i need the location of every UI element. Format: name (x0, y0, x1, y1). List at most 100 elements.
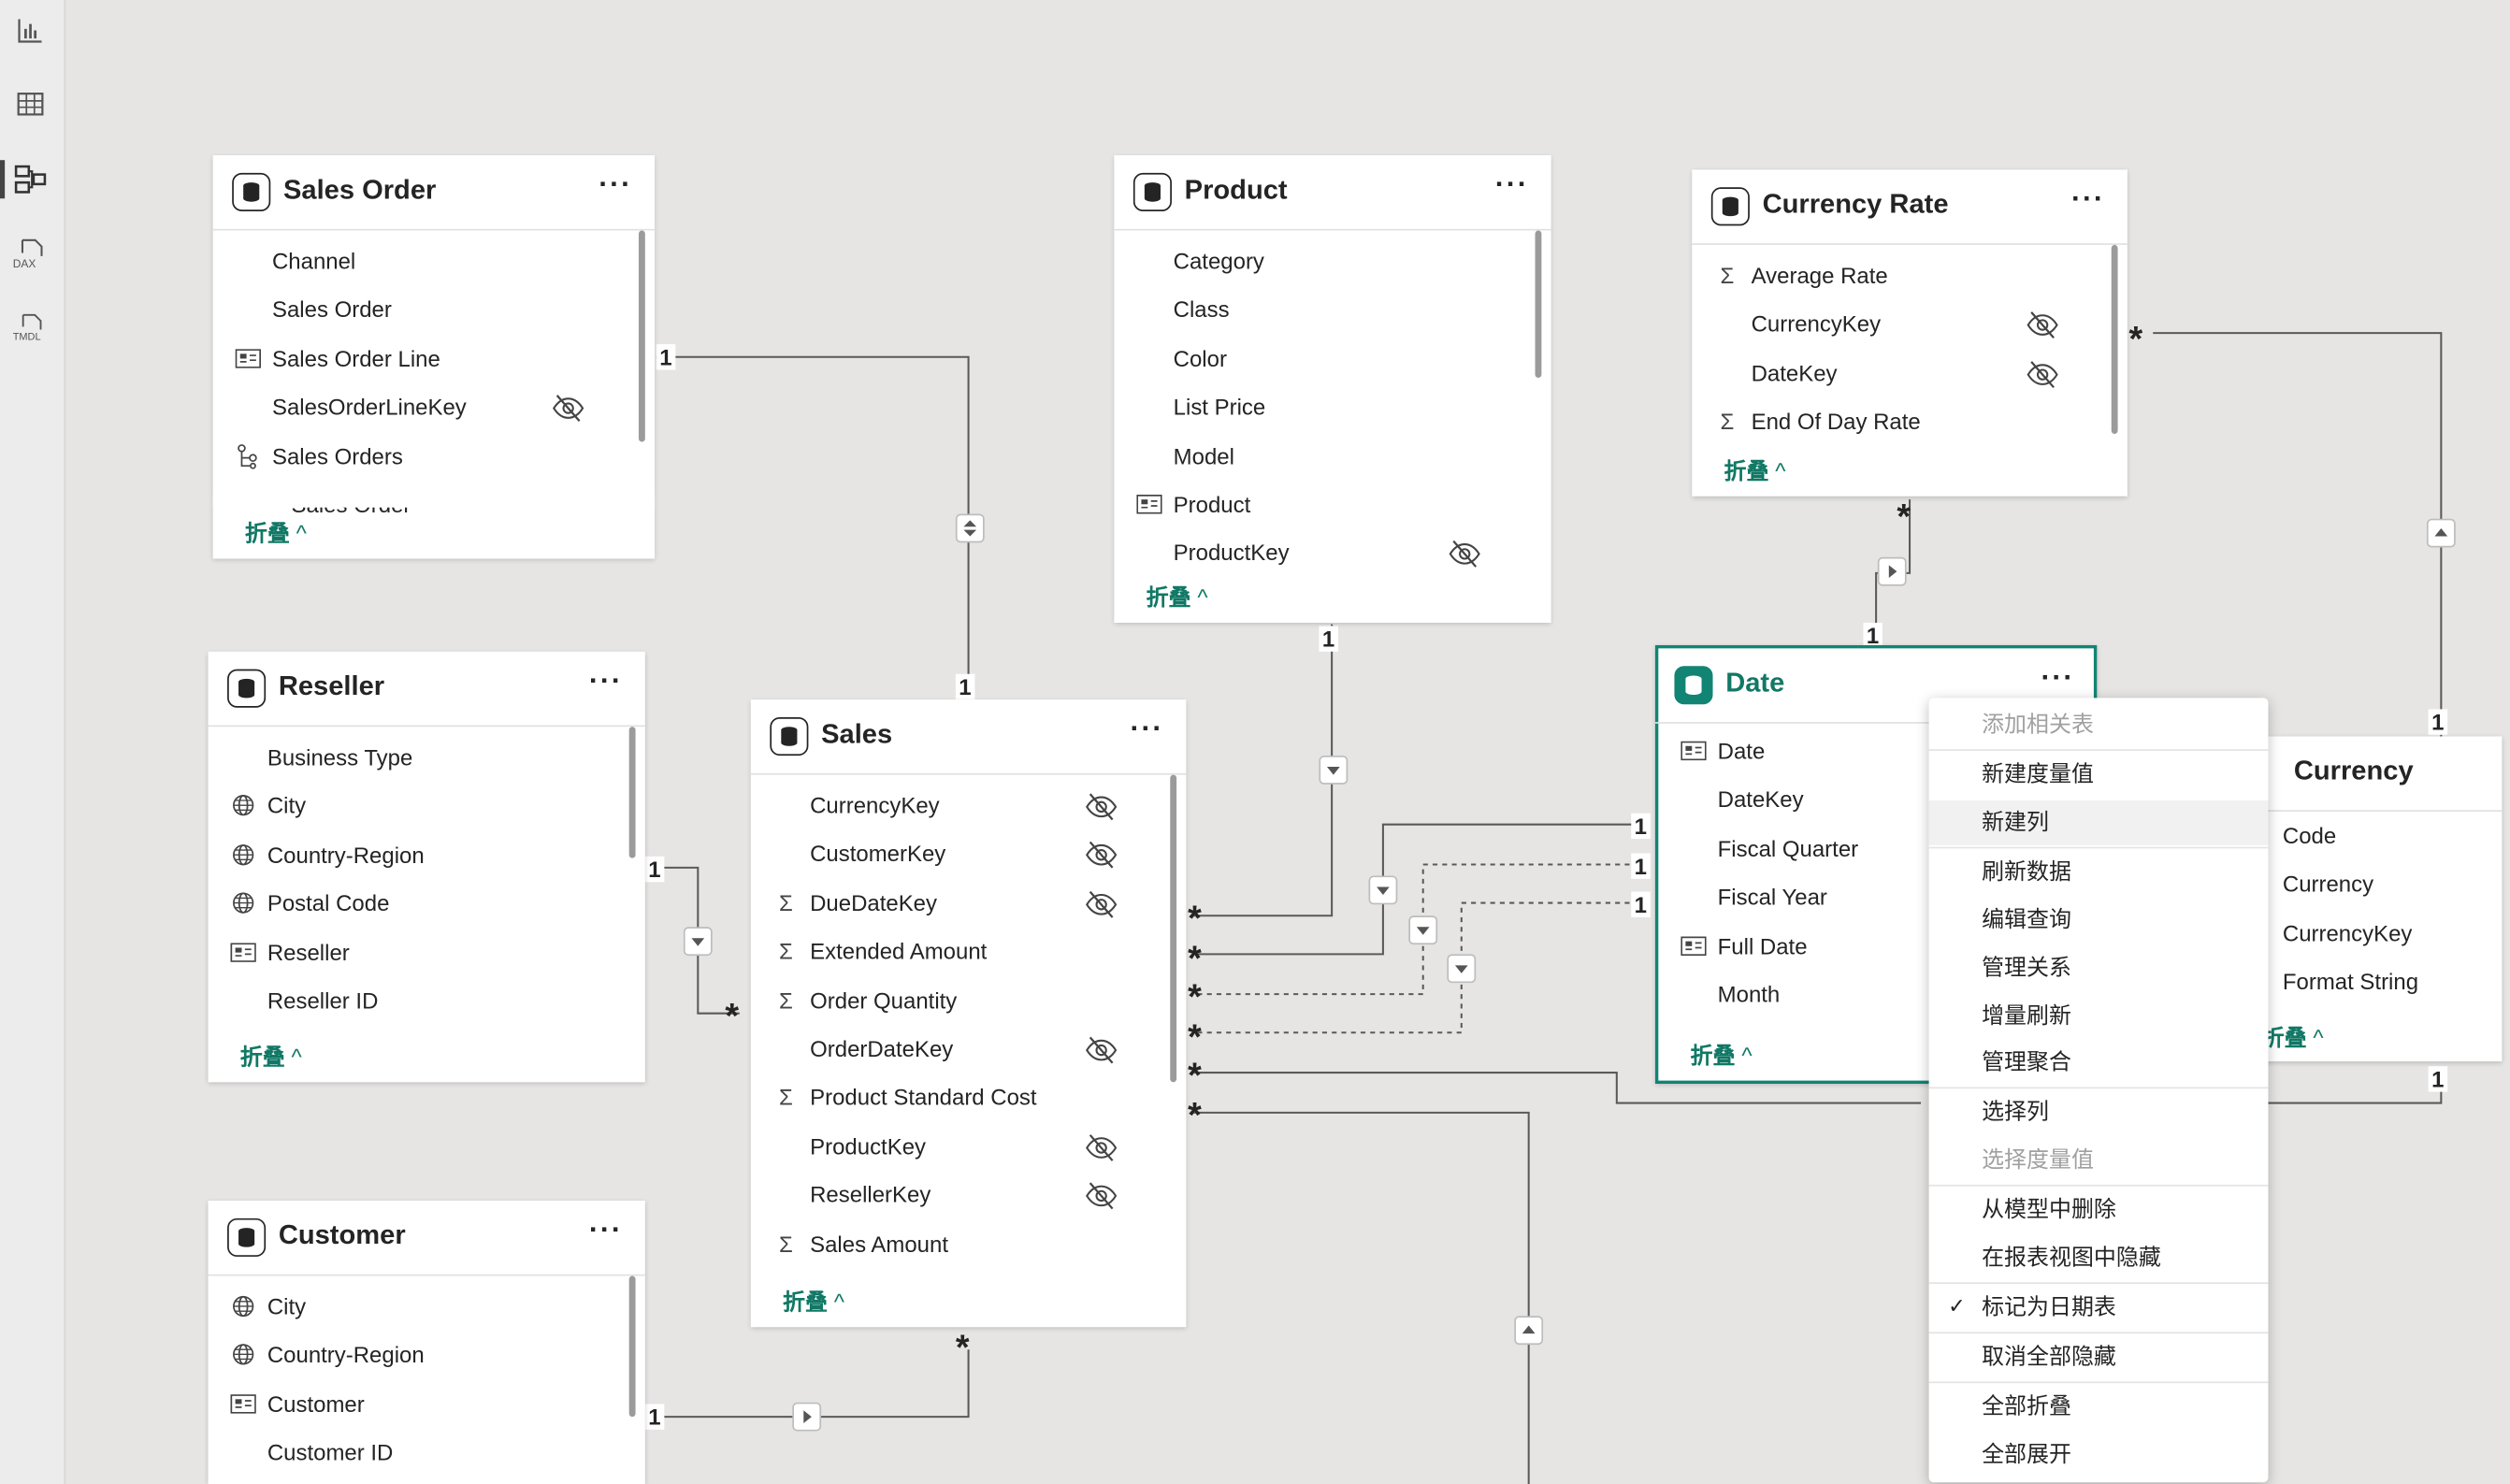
scrollbar[interactable] (1535, 230, 1542, 379)
field-row[interactable]: OrderDateKey (751, 1026, 1187, 1074)
field-row[interactable]: Business Type (209, 735, 645, 784)
filter-down-icon[interactable] (683, 927, 713, 957)
menu-item-new-column[interactable]: 新建列 (1928, 800, 2269, 845)
table-header[interactable]: Reseller ··· (208, 652, 645, 728)
field-row[interactable]: Customer ID (209, 1430, 645, 1478)
filter-down-icon[interactable] (1408, 915, 1438, 945)
table-header[interactable]: Product ··· (1114, 155, 1551, 231)
filter-up-icon[interactable] (1514, 1316, 1544, 1346)
menu-item-collapse-all[interactable]: 全部折叠 (1929, 1385, 2269, 1430)
hidden-eye-icon[interactable] (2025, 308, 2060, 343)
hidden-eye-icon[interactable] (1084, 1130, 1119, 1165)
menu-item-expand-all[interactable]: 全部展开 (1929, 1433, 2269, 1477)
table-header[interactable]: Sales Order ··· (212, 155, 656, 231)
menu-item-select-columns[interactable]: 选择列 (1929, 1090, 2269, 1135)
filter-up-icon[interactable] (2426, 518, 2456, 548)
field-row[interactable]: DateKey (1692, 351, 2128, 399)
field-row[interactable]: City (209, 784, 645, 832)
collapse-button[interactable]: 折叠 ^ (240, 1041, 302, 1073)
field-row[interactable]: City (209, 1284, 645, 1333)
field-row[interactable]: Postal Code (209, 881, 645, 929)
field-row[interactable]: Class (1114, 287, 1551, 336)
field-row[interactable]: CurrencyKey (1692, 302, 2128, 351)
collapse-button[interactable]: 折叠 ^ (1147, 581, 1208, 612)
field-row[interactable]: List Price (1114, 384, 1551, 433)
field-row[interactable]: Code (2246, 814, 2503, 862)
table-header[interactable]: Customer ··· (208, 1201, 645, 1276)
field-row[interactable]: Σ Sales Amount (751, 1220, 1187, 1269)
hidden-eye-icon[interactable] (1084, 789, 1119, 825)
collapse-button[interactable]: 折叠 ^ (245, 517, 307, 549)
field-row[interactable]: Σ End Of Day Rate (1692, 399, 2128, 448)
table-card-sales-order[interactable]: Sales Order ··· Channel Sales Order Sale… (212, 155, 656, 559)
field-row[interactable]: Category (1114, 238, 1551, 287)
menu-item-edit-query[interactable]: 编辑查询 (1929, 898, 2269, 943)
scrollbar[interactable] (2111, 244, 2118, 434)
field-row[interactable]: Reseller (209, 929, 645, 978)
field-row[interactable]: Σ Order Quantity (751, 977, 1187, 1026)
field-row[interactable]: CurrencyKey (751, 783, 1187, 831)
table-card-product[interactable]: Product ··· Category Class Color List Pr… (1114, 155, 1551, 623)
scrollbar[interactable] (638, 230, 645, 442)
field-row[interactable]: Customer (209, 1381, 645, 1430)
hidden-eye-icon[interactable] (551, 391, 586, 426)
field-row[interactable]: CurrencyKey (2246, 911, 2503, 959)
table-header[interactable]: Currency (2245, 737, 2503, 812)
collapse-button[interactable]: 折叠 ^ (1724, 454, 1786, 486)
filter-right-icon[interactable] (1877, 556, 1907, 586)
more-options-button[interactable]: ··· (1130, 713, 1163, 746)
field-row[interactable]: Σ Product Standard Cost (751, 1074, 1187, 1123)
more-options-button[interactable]: ··· (2071, 182, 2105, 216)
hidden-eye-icon[interactable] (2025, 356, 2060, 392)
menu-item-unhide-all[interactable]: 取消全部隐藏 (1929, 1335, 2269, 1380)
scrollbar[interactable] (628, 1275, 636, 1418)
scrollbar[interactable] (628, 727, 636, 858)
field-row[interactable]: SalesOrderLineKey (213, 384, 655, 433)
field-row[interactable]: ProductKey (1114, 530, 1551, 579)
field-row[interactable]: Sales Order Line (213, 336, 655, 384)
filter-down-icon[interactable] (1447, 954, 1477, 984)
bidirectional-filter-icon[interactable] (955, 513, 985, 543)
field-row[interactable]: Format String (2246, 959, 2503, 1008)
more-options-button[interactable]: ··· (589, 1214, 623, 1247)
field-row[interactable]: Country-Region (209, 832, 645, 881)
more-options-button[interactable]: ··· (1495, 168, 1529, 202)
menu-item-delete-from-model[interactable]: 从模型中删除 (1929, 1188, 2269, 1232)
menu-item-manage-aggregations[interactable]: 管理聚合 (1929, 1041, 2269, 1086)
table-card-currency-rate[interactable]: Currency Rate ··· Σ Average Rate Currency… (1692, 169, 2128, 497)
collapse-button[interactable]: 折叠 ^ (1691, 1039, 1753, 1071)
menu-item-add-related-tables[interactable]: 添加相关表 (1929, 703, 2269, 748)
collapse-button[interactable]: 折叠 ^ (2262, 1021, 2324, 1053)
field-row[interactable]: Country-Region (209, 1333, 645, 1381)
menu-item-manage-relationships[interactable]: 管理关系 (1929, 946, 2269, 991)
filter-down-icon[interactable] (1368, 875, 1398, 905)
menu-item-select-measures[interactable]: 选择度量值 (1929, 1138, 2269, 1183)
menu-item-refresh-data[interactable]: 刷新数据 (1929, 850, 2269, 895)
field-row[interactable]: ResellerKey (751, 1172, 1187, 1220)
menu-item-new-measure[interactable]: 新建度量值 (1929, 753, 2269, 798)
field-row[interactable]: Product (1114, 482, 1551, 530)
hidden-eye-icon[interactable] (1084, 886, 1119, 922)
table-card-reseller[interactable]: Reseller ··· Business Type City Country-… (208, 651, 645, 1083)
more-options-button[interactable]: ··· (2041, 661, 2074, 695)
field-row[interactable]: CustomerKey (751, 831, 1187, 880)
scrollbar[interactable] (1170, 774, 1177, 1083)
table-card-sales[interactable]: Sales ··· CurrencyKey CustomerKey Σ DueDa… (750, 699, 1187, 1328)
hidden-eye-icon[interactable] (1084, 1032, 1119, 1068)
filter-right-icon[interactable] (792, 1402, 822, 1432)
menu-item-mark-as-date-table[interactable]: ✓ 标记为日期表 (1929, 1286, 2269, 1331)
field-row[interactable]: Model (1114, 433, 1551, 482)
field-row[interactable]: Sales Orders (213, 433, 655, 482)
menu-item-hide-in-report-view[interactable]: 在报表视图中隐藏 (1929, 1236, 2269, 1281)
filter-down-icon[interactable] (1319, 756, 1349, 785)
collapse-button[interactable]: 折叠 ^ (783, 1286, 844, 1318)
field-row[interactable]: Reseller ID (209, 978, 645, 1027)
field-row[interactable]: Sales Order (213, 287, 655, 336)
hidden-eye-icon[interactable] (1084, 838, 1119, 873)
table-header[interactable]: Sales ··· (750, 699, 1187, 775)
hidden-eye-icon[interactable] (1447, 537, 1482, 572)
field-row[interactable]: Σ Extended Amount (751, 929, 1187, 977)
field-row[interactable]: Color (1114, 336, 1551, 384)
menu-item-incremental-refresh[interactable]: 增量刷新 (1929, 994, 2269, 1039)
more-options-button[interactable]: ··· (589, 664, 623, 698)
